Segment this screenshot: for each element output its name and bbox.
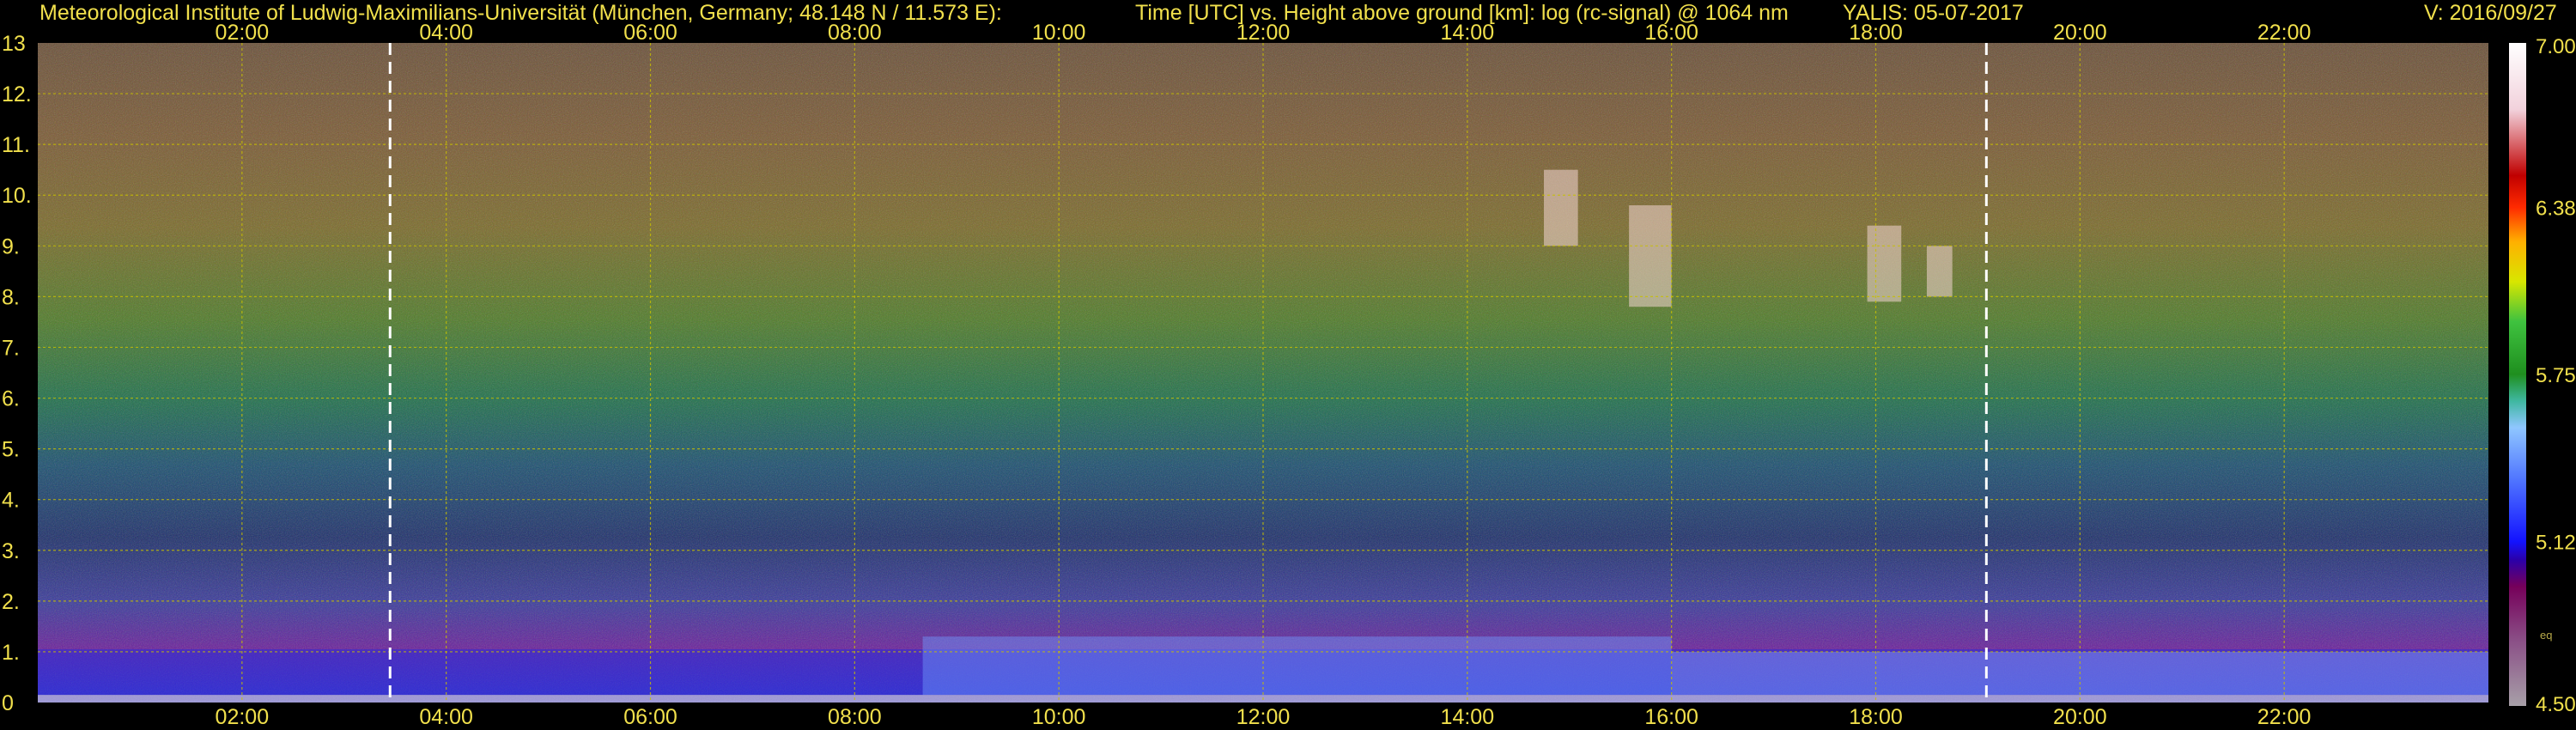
y-ticks: 0 1. 2. 3. 4. 5. 6. 7. 8. 9. 10. 11. 12. 13 <box>2 32 32 715</box>
y-tick-label: 1. <box>2 641 20 665</box>
colorbar-tick-label: 5.75 <box>2536 364 2576 387</box>
cirrus-cloud <box>1867 225 1902 302</box>
y-tick-label: 13 <box>2 32 26 56</box>
x-tick-label-top: 18:00 <box>1849 21 1903 45</box>
x-tick-label-top: 04:00 <box>419 21 473 45</box>
x-ticks-top: 02:00 04:00 06:00 08:00 10:00 12:00 14:00 16:00… <box>216 21 2312 45</box>
x-tick-label-top: 14:00 <box>1441 21 1495 45</box>
x-tick-label-bottom: 10:00 <box>1032 705 1086 729</box>
x-tick-label-bottom: 16:00 <box>1644 705 1698 729</box>
x-tick-label-bottom: 02:00 <box>216 705 270 729</box>
x-tick-label-top: 02:00 <box>216 21 270 45</box>
cirrus-cloud <box>1926 246 1953 297</box>
y-tick-label: 0 <box>2 691 14 715</box>
x-tick-label-top: 20:00 <box>2053 21 2107 45</box>
x-tick-label-top: 16:00 <box>1644 21 1698 45</box>
y-tick-label: 4. <box>2 489 20 513</box>
x-tick-label-bottom: 04:00 <box>419 705 473 729</box>
chart-figure: Meteorological Institute of Ludwig-Maxim… <box>0 0 2576 730</box>
x-tick-label-top: 10:00 <box>1032 21 1086 45</box>
y-tick-label: 2. <box>2 590 20 614</box>
x-tick-label-bottom: 12:00 <box>1236 705 1291 729</box>
x-tick-label-top: 08:00 <box>828 21 882 45</box>
y-tick-label: 6. <box>2 387 20 411</box>
y-tick-label: 8. <box>2 285 20 309</box>
mixed-layer-band <box>922 636 1672 696</box>
y-tick-label: 12. <box>2 82 32 106</box>
x-ticks-bottom: 02:00 04:00 06:00 08:00 10:00 12:00 14:00 16:00… <box>216 705 2312 729</box>
colorbar-tick-label: 4.50 <box>2536 693 2576 716</box>
cirrus-cloud <box>1629 205 1672 307</box>
y-tick-label: 3. <box>2 539 20 563</box>
cirrus-cloud <box>1544 169 1578 246</box>
y-tick-label: 10. <box>2 184 32 208</box>
x-tick-label-top: 12:00 <box>1236 21 1291 45</box>
colorbar-scale <box>2509 43 2526 706</box>
x-tick-label-bottom: 06:00 <box>623 705 677 729</box>
y-tick-label: 9. <box>2 234 20 259</box>
x-tick-label-top: 06:00 <box>623 21 677 45</box>
y-tick-label: 11. <box>2 133 30 157</box>
colorbar-tick-label: 6.38 <box>2536 197 2576 220</box>
x-tick-label-top: 22:00 <box>2257 21 2312 45</box>
lidar-heatmap-chart: 02:00 04:00 06:00 08:00 10:00 12:00 14:00 16:00… <box>2 21 2576 729</box>
x-tick-label-bottom: 18:00 <box>1849 705 1903 729</box>
colorbar: 7.00 6.38 5.75 5.12 4.50 eq <box>2509 35 2576 716</box>
colorbar-tick-label: 7.00 <box>2536 35 2576 58</box>
x-tick-label-bottom: 22:00 <box>2257 705 2312 729</box>
x-tick-label-bottom: 14:00 <box>1441 705 1495 729</box>
y-tick-label: 5. <box>2 438 20 462</box>
x-tick-label-bottom: 20:00 <box>2053 705 2107 729</box>
colorbar-note: eq <box>2540 629 2552 642</box>
y-tick-label: 7. <box>2 336 20 360</box>
x-tick-label-bottom: 08:00 <box>828 705 882 729</box>
colorbar-tick-label: 5.12 <box>2536 532 2576 555</box>
